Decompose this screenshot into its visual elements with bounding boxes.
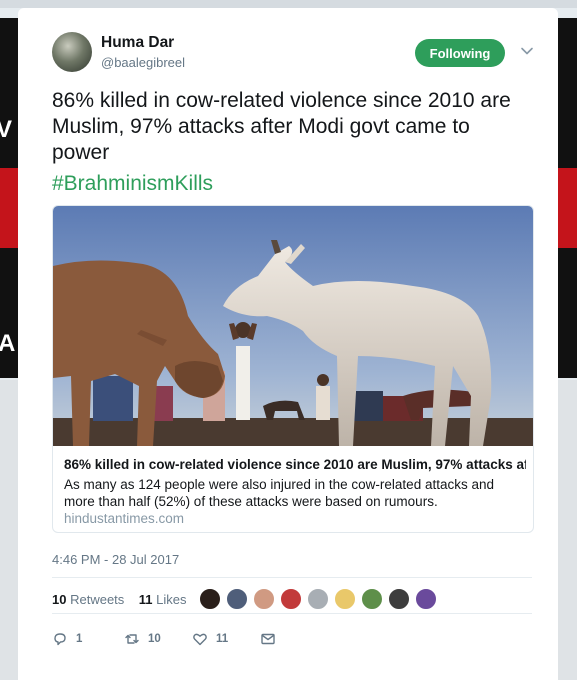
- likes-count: 11: [138, 592, 153, 607]
- tweet-timestamp[interactable]: 4:46 PM - 28 Jul 2017: [52, 552, 179, 567]
- divider: [52, 577, 532, 578]
- link-card-title: 86% killed in cow-related violence since…: [64, 457, 526, 472]
- liker-avatar[interactable]: [415, 588, 437, 610]
- background-left-panel: V A: [0, 18, 18, 378]
- background-lower-right: [558, 380, 577, 680]
- background-lower-left: [0, 380, 18, 680]
- tweet-actions: 1 10 11: [52, 629, 276, 649]
- reply-count: 1: [76, 633, 83, 645]
- author-display-name[interactable]: Huma Dar: [101, 34, 174, 52]
- background-right-panel: [558, 18, 577, 378]
- liker-avatar[interactable]: [253, 588, 275, 610]
- retweet-icon: [125, 634, 139, 644]
- liker-avatar[interactable]: [361, 588, 383, 610]
- retweet-count: 10: [148, 633, 161, 645]
- background-top-bar: [0, 0, 577, 8]
- liker-avatar[interactable]: [307, 588, 329, 610]
- link-card-domain: hindustantimes.com: [64, 511, 185, 526]
- retweets-label: Retweets: [70, 592, 125, 607]
- reply-button[interactable]: 1: [52, 631, 124, 647]
- retweets-count: 10: [52, 592, 67, 607]
- liker-avatar[interactable]: [388, 588, 410, 610]
- retweets-stat[interactable]: 10 Retweets: [52, 592, 124, 607]
- liker-avatar[interactable]: [226, 588, 248, 610]
- likes-label: Likes: [156, 592, 187, 607]
- like-count: 11: [216, 633, 229, 645]
- following-button[interactable]: Following: [415, 39, 505, 67]
- liker-avatar[interactable]: [280, 588, 302, 610]
- likes-stat[interactable]: 11 Likes: [139, 592, 187, 607]
- link-preview-card[interactable]: 86% killed in cow-related violence since…: [52, 205, 534, 533]
- liker-avatar[interactable]: [334, 588, 356, 610]
- avatar[interactable]: [52, 32, 92, 72]
- liker-avatar[interactable]: [199, 588, 221, 610]
- divider: [52, 613, 532, 614]
- link-card-description: As many as 124 people were also injured …: [64, 477, 494, 509]
- tweet-stats: 10 Retweets 11 Likes: [52, 592, 186, 607]
- hashtag-link[interactable]: #BrahminismKills: [52, 171, 213, 197]
- reply-icon: [54, 633, 66, 646]
- envelope-icon: [261, 633, 275, 645]
- link-preview-photo: [53, 206, 533, 446]
- tweet-text: 86% killed in cow-related violence since…: [52, 89, 511, 164]
- caret-down-icon[interactable]: [520, 44, 534, 58]
- heart-icon: [193, 633, 207, 646]
- retweet-button[interactable]: 10: [124, 631, 192, 647]
- direct-message-button[interactable]: [260, 631, 276, 647]
- author-handle[interactable]: @baalegibreel: [101, 55, 185, 70]
- tweet-card: Huma Dar @baalegibreel Following 86% kil…: [18, 8, 558, 680]
- likers-facepile: [199, 588, 442, 610]
- like-button[interactable]: 11: [192, 631, 260, 647]
